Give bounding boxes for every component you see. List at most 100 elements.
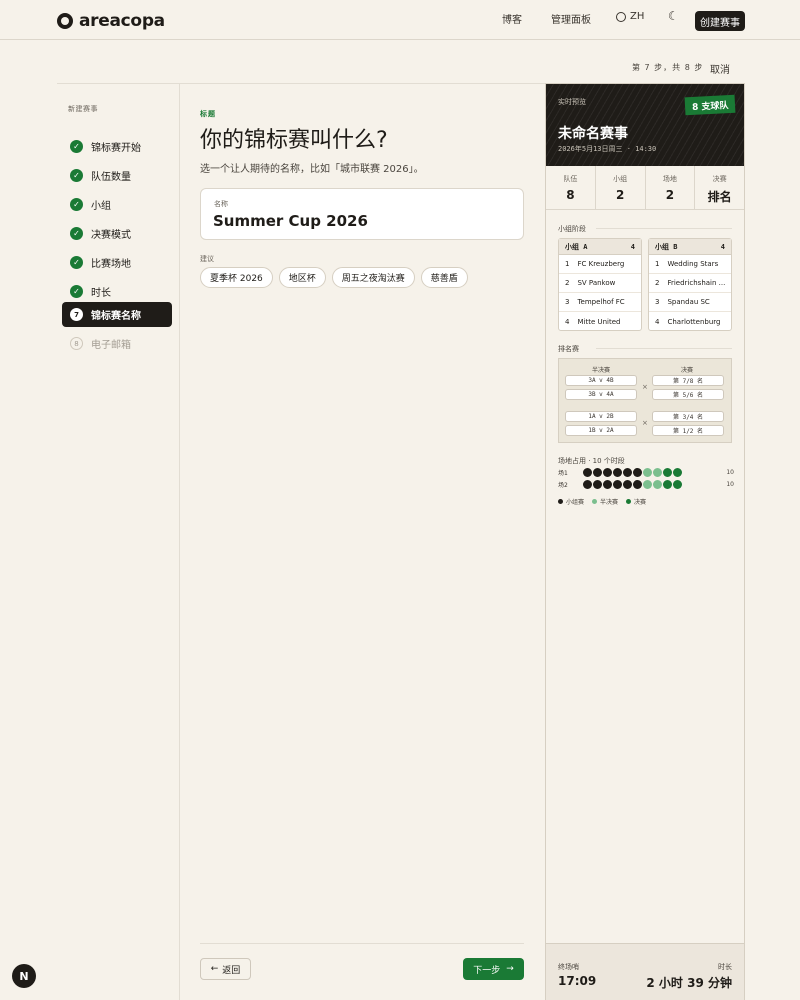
sidebar-step[interactable]: ✓ 小组	[62, 192, 172, 217]
stat-value: 排名	[707, 190, 732, 204]
cancel-button[interactable]: 取消	[710, 61, 730, 76]
group-name: 小组 A	[565, 242, 588, 251]
suggestion-chip[interactable]: 夏季杯 2026	[200, 267, 273, 288]
group-count: 4	[630, 242, 635, 251]
suggestion-chip[interactable]: 慈善盾	[420, 267, 468, 288]
stat-value: 2	[615, 188, 625, 202]
stat-value: 2	[665, 188, 675, 202]
slot-dot	[593, 468, 602, 477]
duration-value: 2 小时 39 分钟	[646, 976, 732, 990]
occupancy-legend: 小组赛 半决赛 决赛	[558, 497, 646, 506]
slot-dot	[593, 480, 602, 489]
legend-item: 决赛	[626, 497, 646, 506]
end-time-label: 终场哨	[558, 963, 579, 971]
globe-icon	[616, 11, 626, 22]
slot-dot	[603, 480, 612, 489]
sidebar-step[interactable]: 8 电子邮箱	[62, 331, 172, 356]
group-header: 小组 A 4	[559, 239, 641, 255]
page-title: 你的锦标赛叫什么?	[200, 128, 388, 153]
create-tournament-button[interactable]: 创建赛事	[695, 11, 745, 31]
final-match: 第 1/2 名	[652, 425, 724, 436]
language-switcher[interactable]: ZH	[616, 11, 644, 22]
check-icon: ✓	[70, 198, 83, 211]
team-name: FC Kreuzberg	[577, 260, 625, 268]
stat-value: 8	[566, 188, 575, 202]
sidebar-step[interactable]: ✓ 时长	[62, 279, 172, 304]
live-preview-label: 实时预览	[558, 98, 586, 106]
slot-dot	[613, 468, 622, 477]
team-row: 1 Wedding Stars	[649, 255, 731, 274]
preview-title: 未命名赛事	[558, 126, 628, 142]
suggestion-chips: 夏季杯 2026 地区杯 周五之夜淘汰赛 慈善盾	[200, 267, 468, 288]
team-row: 3 Tempelhof FC	[559, 293, 641, 312]
sidebar-step-label: 电子邮箱	[91, 340, 131, 351]
name-card: 名称	[200, 188, 524, 240]
legend-item: 小组赛	[558, 497, 584, 506]
team-name: Tempelhof FC	[577, 298, 625, 306]
page-subtitle: 选一个让人期待的名称，比如「城市联赛 2026」。	[200, 164, 424, 175]
check-icon: ✓	[70, 140, 83, 153]
stat-label: 决赛	[712, 175, 727, 183]
sidebar-step[interactable]: ✓ 决赛模式	[62, 221, 172, 246]
duration-label: 时长	[718, 963, 732, 971]
next-button[interactable]: 下一步 →	[463, 958, 524, 980]
language-label: ZH	[630, 11, 645, 22]
check-icon: ✓	[70, 285, 83, 298]
slot-dot	[633, 480, 642, 489]
sidebar-step[interactable]: ✓ 比赛场地	[62, 250, 172, 275]
team-name: Mitte United	[577, 317, 621, 326]
sidebar-step[interactable]: ✓ 队伍数量	[62, 163, 172, 188]
stat-pitches: 场地 2	[646, 166, 696, 209]
pitch-name: 场2	[558, 482, 568, 489]
team-name: Friedrichshain ...	[667, 279, 726, 287]
group-header: 小组 B 4	[649, 239, 731, 255]
sidebar-step-label: 锦标赛名称	[91, 311, 141, 322]
suggestion-chip[interactable]: 地区杯	[278, 267, 326, 288]
step-number: 7	[70, 308, 83, 321]
cross-icon: ×	[642, 419, 648, 427]
team-row: 2 Friedrichshain ...	[649, 274, 731, 293]
stat-finals: 决赛 排名	[695, 166, 744, 209]
ranking-label: 排名赛	[558, 345, 579, 353]
semi-match: 1B v 2A	[565, 425, 637, 436]
next-label: 下一步	[473, 965, 501, 976]
moon-icon[interactable]: ☾	[668, 9, 679, 23]
sidebar-step-label: 小组	[91, 201, 111, 212]
slot-dot	[653, 468, 662, 477]
team-row: 3 Spandau SC	[649, 293, 731, 312]
slot-dot	[603, 468, 612, 477]
sidebar-step[interactable]: ✓ 锦标赛开始	[62, 134, 172, 159]
legend-dot	[592, 499, 598, 504]
legend-dot	[626, 499, 632, 504]
tournament-name-input[interactable]	[213, 209, 513, 233]
team-row: 4 Charlottenburg	[649, 312, 731, 331]
slot-dot	[583, 468, 592, 477]
sidebar-step[interactable]: 7 锦标赛名称	[62, 302, 172, 327]
slot-dots	[583, 468, 682, 477]
cross-icon: ×	[642, 383, 648, 391]
stat-groups: 小组 2	[596, 166, 646, 209]
logo-text: areacopa	[79, 11, 165, 31]
logo[interactable]: areacopa	[57, 11, 165, 31]
team-row: 2 SV Pankow	[559, 274, 641, 293]
team-position: 1	[565, 260, 570, 268]
nav-admin[interactable]: 管理面板	[551, 11, 591, 26]
nav-blog[interactable]: 博客	[502, 11, 522, 26]
semi-match: 3B v 4A	[565, 389, 637, 400]
final-match: 第 3/4 名	[652, 411, 724, 422]
back-button[interactable]: ← 返回	[200, 958, 251, 980]
team-position: 3	[655, 298, 660, 306]
arrow-left-icon: ←	[210, 964, 219, 974]
semi-match: 1A v 2B	[565, 411, 637, 422]
stat-label: 小组	[613, 175, 628, 183]
nextjs-badge-icon[interactable]: N	[12, 964, 36, 988]
slot-dot	[613, 480, 622, 489]
stat-teams: 队伍 8	[546, 166, 596, 209]
team-position: 4	[565, 317, 570, 326]
team-row: 4 Mitte United	[559, 312, 641, 331]
team-position: 4	[655, 317, 660, 326]
suggestion-chip[interactable]: 周五之夜淘汰赛	[331, 267, 415, 288]
section-label: 标题	[200, 110, 216, 118]
arrow-right-icon: →	[506, 964, 514, 974]
team-position: 2	[655, 279, 660, 287]
